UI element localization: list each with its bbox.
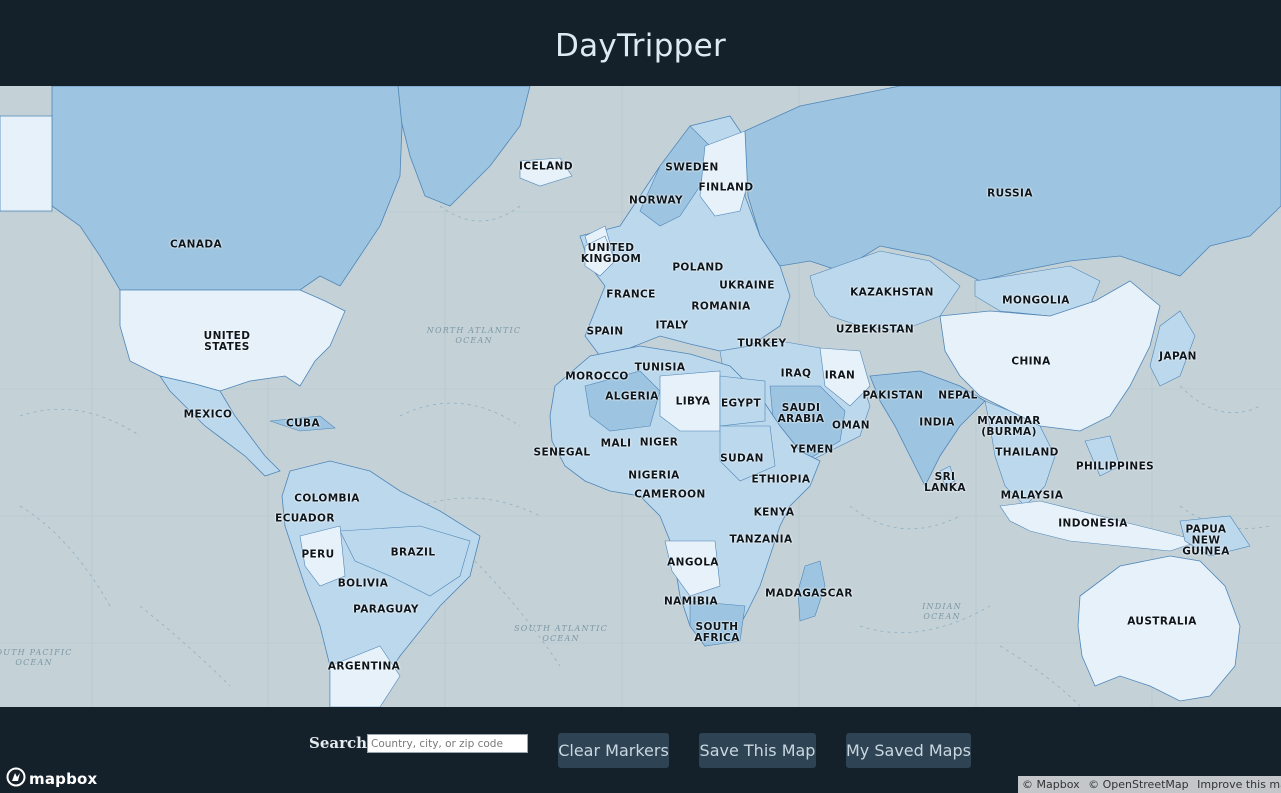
country-label-kenya: KENYA bbox=[753, 506, 795, 519]
country-label-malaysia: MALAYSIA bbox=[1000, 489, 1064, 502]
my-saved-maps-button[interactable]: My Saved Maps bbox=[846, 733, 971, 768]
country-label-bolivia: BOLIVIA bbox=[337, 577, 389, 590]
country-label-romania: ROMANIA bbox=[691, 300, 751, 313]
country-label-iceland: ICELAND bbox=[519, 160, 573, 173]
country-label-indonesia: INDONESIA bbox=[1058, 517, 1128, 530]
country-label-india: INDIA bbox=[919, 416, 955, 429]
country-label-egypt: EGYPT bbox=[720, 397, 762, 410]
map-attribution: © Mapbox © OpenStreetMap Improve this ma… bbox=[1018, 776, 1281, 793]
country-label-kazakhstan: KAZAKHSTAN bbox=[850, 286, 934, 299]
country-label-niger: NIGER bbox=[639, 436, 679, 449]
country-label-oman: OMAN bbox=[832, 419, 870, 432]
country-label-mongolia: MONGOLIA bbox=[1002, 294, 1070, 307]
attribution-osm-link[interactable]: © OpenStreetMap bbox=[1088, 778, 1189, 791]
country-label-finland: FINLAND bbox=[698, 181, 754, 194]
country-label-canada: CANADA bbox=[170, 238, 222, 251]
country-label-china: CHINA bbox=[1011, 355, 1051, 368]
country-label-sweden: SWEDEN bbox=[665, 161, 719, 174]
search-label: Search bbox=[309, 734, 368, 752]
search-input[interactable] bbox=[367, 734, 528, 753]
country-label-madagascar: MADAGASCAR bbox=[765, 587, 853, 600]
country-label-france: FRANCE bbox=[606, 288, 656, 301]
country-label-poland: POLAND bbox=[672, 261, 724, 274]
country-label-morocco: MOROCCO bbox=[565, 370, 629, 383]
country-label-yemen: YEMEN bbox=[790, 443, 834, 456]
country-label-japan: JAPAN bbox=[1159, 350, 1197, 363]
country-label-turkey: TURKEY bbox=[737, 337, 787, 350]
country-label-mali: MALI bbox=[600, 437, 632, 450]
country-label-namibia: NAMIBIA bbox=[663, 595, 719, 608]
country-label-philippines: PHILIPPINES bbox=[1075, 460, 1155, 473]
country-label-iraq: IRAQ bbox=[780, 367, 812, 380]
app-header: DayTripper bbox=[0, 0, 1281, 86]
country-label-peru: PERU bbox=[301, 548, 335, 561]
country-label-united-kingdom: UNITED KINGDOM bbox=[580, 242, 642, 265]
country-label-sudan: SUDAN bbox=[720, 452, 764, 465]
country-label-pakistan: PAKISTAN bbox=[862, 389, 924, 402]
country-label-australia: AUSTRALIA bbox=[1127, 615, 1197, 628]
country-label-colombia: COLOMBIA bbox=[294, 492, 360, 505]
country-label-angola: ANGOLA bbox=[667, 556, 719, 569]
country-label-nepal: NEPAL bbox=[938, 389, 978, 402]
ocean-label-south-atlantic: SOUTH ATLANTIC OCEAN bbox=[514, 624, 608, 643]
country-label-papua-new-guinea: PAPUA NEW GUINEA bbox=[1182, 523, 1230, 558]
app-title: DayTripper bbox=[554, 28, 727, 64]
country-label-algeria: ALGERIA bbox=[605, 390, 659, 403]
country-label-russia: RUSSIA bbox=[987, 187, 1033, 200]
country-label-cameroon: CAMEROON bbox=[634, 488, 706, 501]
country-label-ethiopia: ETHIOPIA bbox=[751, 473, 811, 486]
country-label-iran: IRAN bbox=[824, 369, 856, 382]
mapbox-logo-icon bbox=[6, 767, 26, 791]
country-label-paraguay: PARAGUAY bbox=[353, 603, 419, 616]
country-label-ukraine: UKRAINE bbox=[719, 279, 775, 292]
country-label-argentina: ARGENTINA bbox=[327, 660, 401, 673]
attribution-mapbox-link[interactable]: © Mapbox bbox=[1022, 778, 1080, 791]
country-label-saudi-arabia: SAUDI ARABIA bbox=[777, 402, 825, 425]
attribution-improve-link[interactable]: Improve this map bbox=[1197, 778, 1281, 791]
country-label-united-states: UNITED STATES bbox=[203, 330, 251, 353]
country-label-senegal: SENEGAL bbox=[533, 446, 591, 459]
ocean-label-indian: INDIAN OCEAN bbox=[922, 602, 962, 621]
country-label-spain: SPAIN bbox=[586, 325, 624, 338]
country-label-libya: LIBYA bbox=[675, 395, 711, 408]
world-map[interactable]: ICELAND SWEDEN FINLAND NORWAY RUSSIA CANADA UN… bbox=[0, 86, 1281, 707]
country-label-ecuador: ECUADOR bbox=[275, 512, 335, 525]
country-label-cuba: CUBA bbox=[286, 417, 320, 430]
country-label-south-africa: SOUTH AFRICA bbox=[694, 621, 740, 644]
country-label-brazil: BRAZIL bbox=[390, 546, 436, 559]
ocean-label-north-atlantic: NORTH ATLANTIC OCEAN bbox=[426, 326, 522, 345]
ocean-label-south-pacific: OUTH PACIFIC OCEAN bbox=[0, 648, 73, 667]
mapbox-logo-text: mapbox bbox=[29, 770, 98, 788]
mapbox-logo[interactable]: mapbox bbox=[6, 767, 97, 791]
country-label-norway: NORWAY bbox=[628, 194, 684, 207]
country-label-myanmar: MYANMAR (BURMA) bbox=[977, 415, 1041, 438]
country-label-tanzania: TANZANIA bbox=[729, 533, 793, 546]
clear-markers-button[interactable]: Clear Markers bbox=[558, 733, 669, 768]
country-label-uzbekistan: UZBEKISTAN bbox=[835, 323, 915, 336]
country-label-thailand: THAILAND bbox=[995, 446, 1059, 459]
country-label-italy: ITALY bbox=[655, 319, 689, 332]
country-label-nigeria: NIGERIA bbox=[628, 469, 680, 482]
save-map-button[interactable]: Save This Map bbox=[699, 733, 816, 768]
country-label-mexico: MEXICO bbox=[183, 408, 233, 421]
country-label-tunisia: TUNISIA bbox=[634, 361, 686, 374]
country-label-sri-lanka: SRI LANKA bbox=[924, 471, 966, 494]
